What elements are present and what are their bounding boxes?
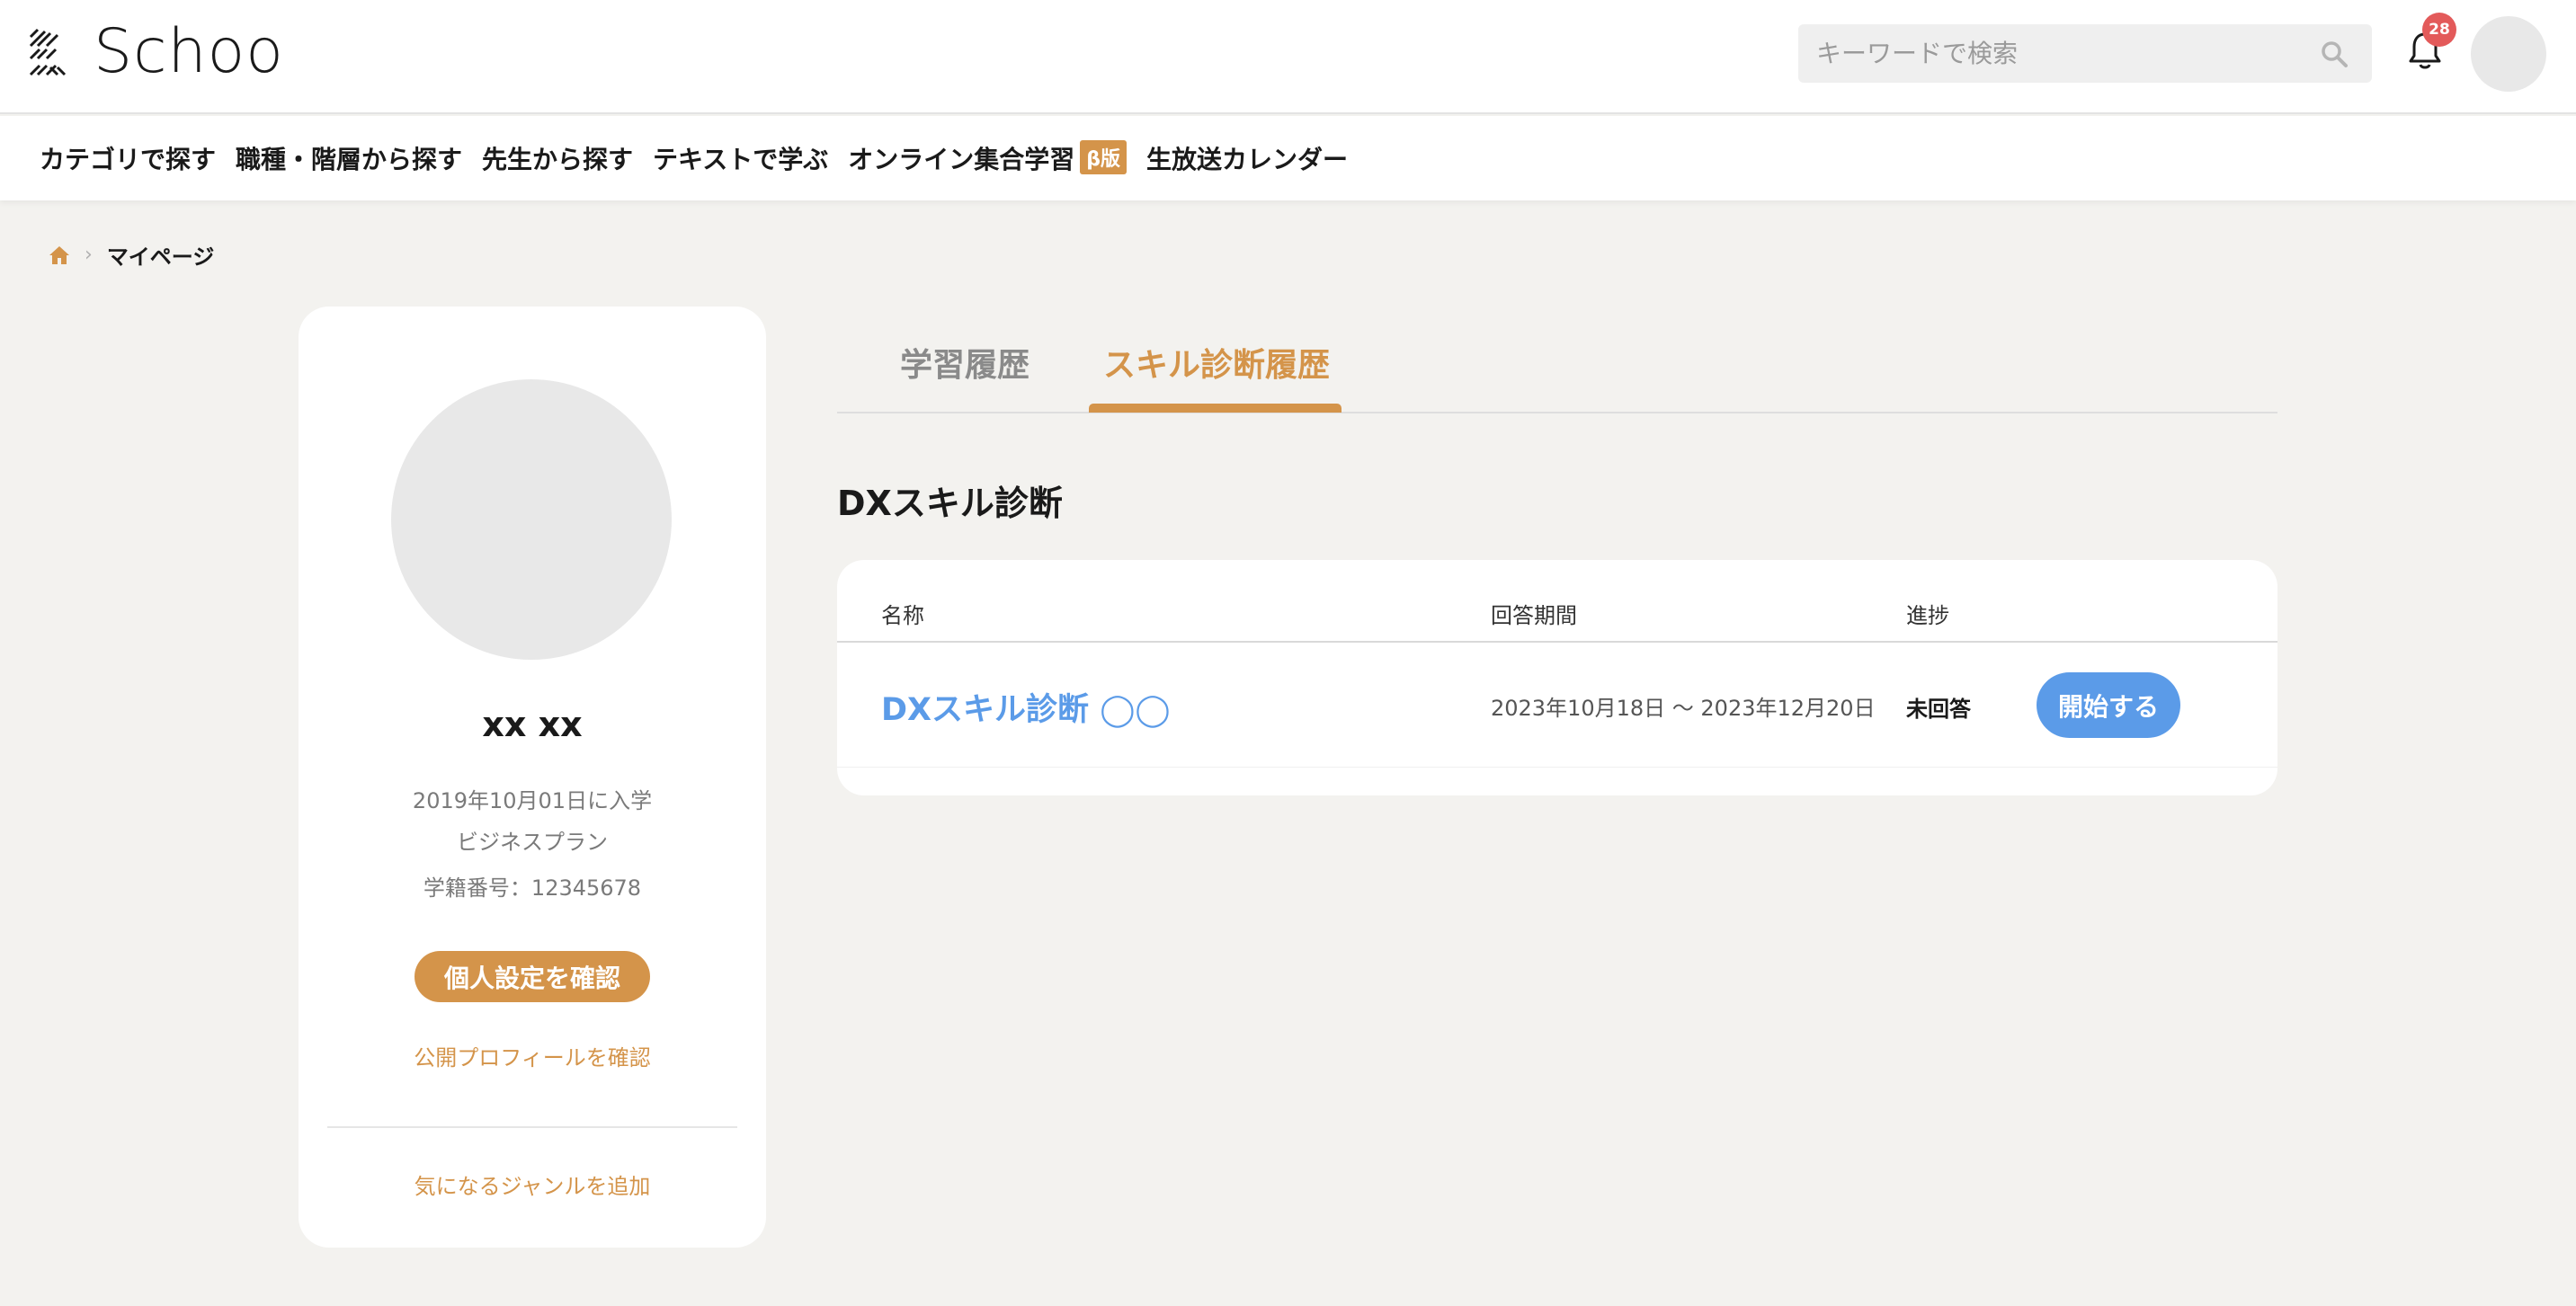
- search-box: [1798, 24, 2372, 83]
- profile-avatar: [391, 379, 672, 660]
- search-input[interactable]: [1798, 39, 2302, 68]
- nav-item-online-group-label: オンライン集合学習: [848, 145, 1075, 174]
- header-period: 回答期間: [1491, 603, 1577, 628]
- plan-name: ビジネスプラン: [457, 830, 608, 855]
- logo-mark-icon: [29, 28, 67, 76]
- row-divider: [837, 767, 2277, 768]
- nav-item-calendar[interactable]: 生放送カレンダー: [1146, 140, 1348, 176]
- profile-card: xx xx 2019年10月01日に入学 ビジネスプラン 学籍番号：123456…: [299, 307, 766, 1248]
- table-header-divider: [837, 641, 2277, 643]
- nav-item-text[interactable]: テキストで学ぶ: [653, 140, 828, 176]
- header-name: 名称: [881, 603, 924, 628]
- diagnosis-table: 名称 回答期間 進捗 DXスキル診断 ◯◯ 2023年10月18日 〜 2023…: [837, 560, 2277, 795]
- public-profile-link[interactable]: 公開プロフィールを確認: [299, 1040, 766, 1071]
- nav-item-teacher[interactable]: 先生から探す: [482, 140, 633, 176]
- student-id: 学籍番号：12345678: [423, 875, 642, 901]
- nav-item-job-type[interactable]: 職種・階層から探す: [236, 140, 462, 176]
- beta-badge: β版: [1080, 140, 1127, 174]
- section-title: DXスキル診断: [837, 484, 1063, 523]
- notification-badge: 28: [2422, 13, 2456, 47]
- personal-settings-button[interactable]: 個人設定を確認: [414, 951, 650, 1002]
- header: Schoo 28: [0, 0, 2576, 114]
- logo[interactable]: Schoo: [27, 16, 284, 87]
- search-icon[interactable]: [2320, 40, 2349, 68]
- add-genre-link[interactable]: 気になるジャンルを追加: [299, 1168, 766, 1200]
- tab-learning-history[interactable]: 学習履歴: [900, 339, 1030, 386]
- breadcrumb-current: マイページ: [106, 244, 215, 270]
- home-icon[interactable]: [49, 245, 70, 265]
- user-avatar[interactable]: [2471, 16, 2546, 92]
- tab-skill-diagnosis-history[interactable]: スキル診断履歴: [1103, 339, 1330, 386]
- global-nav: カテゴリで探す 職種・階層から探す 先生から探す テキストで学ぶ オンライン集合…: [0, 116, 2576, 200]
- breadcrumb: › マイページ: [49, 239, 214, 271]
- profile-name: xx xx: [482, 705, 583, 744]
- breadcrumb-separator: ›: [85, 244, 93, 266]
- enrollment-date: 2019年10月01日に入学: [412, 788, 653, 813]
- progress-status: 未回答: [1906, 697, 1971, 722]
- nav-item-category[interactable]: カテゴリで探す: [40, 140, 216, 176]
- diagnosis-name-link[interactable]: DXスキル診断 ◯◯: [881, 684, 1171, 730]
- answer-period: 2023年10月18日 〜 2023年12月20日: [1491, 696, 1876, 721]
- logo-text: Schoo: [94, 16, 284, 87]
- active-tab-indicator: [1089, 404, 1341, 413]
- nav-item-online-group[interactable]: オンライン集合学習 β版: [848, 140, 1127, 176]
- start-button[interactable]: 開始する: [2037, 672, 2180, 738]
- history-tabs: 学習履歴 スキル診断履歴: [837, 307, 2277, 413]
- header-progress: 進捗: [1906, 603, 1949, 628]
- card-divider: [327, 1126, 737, 1128]
